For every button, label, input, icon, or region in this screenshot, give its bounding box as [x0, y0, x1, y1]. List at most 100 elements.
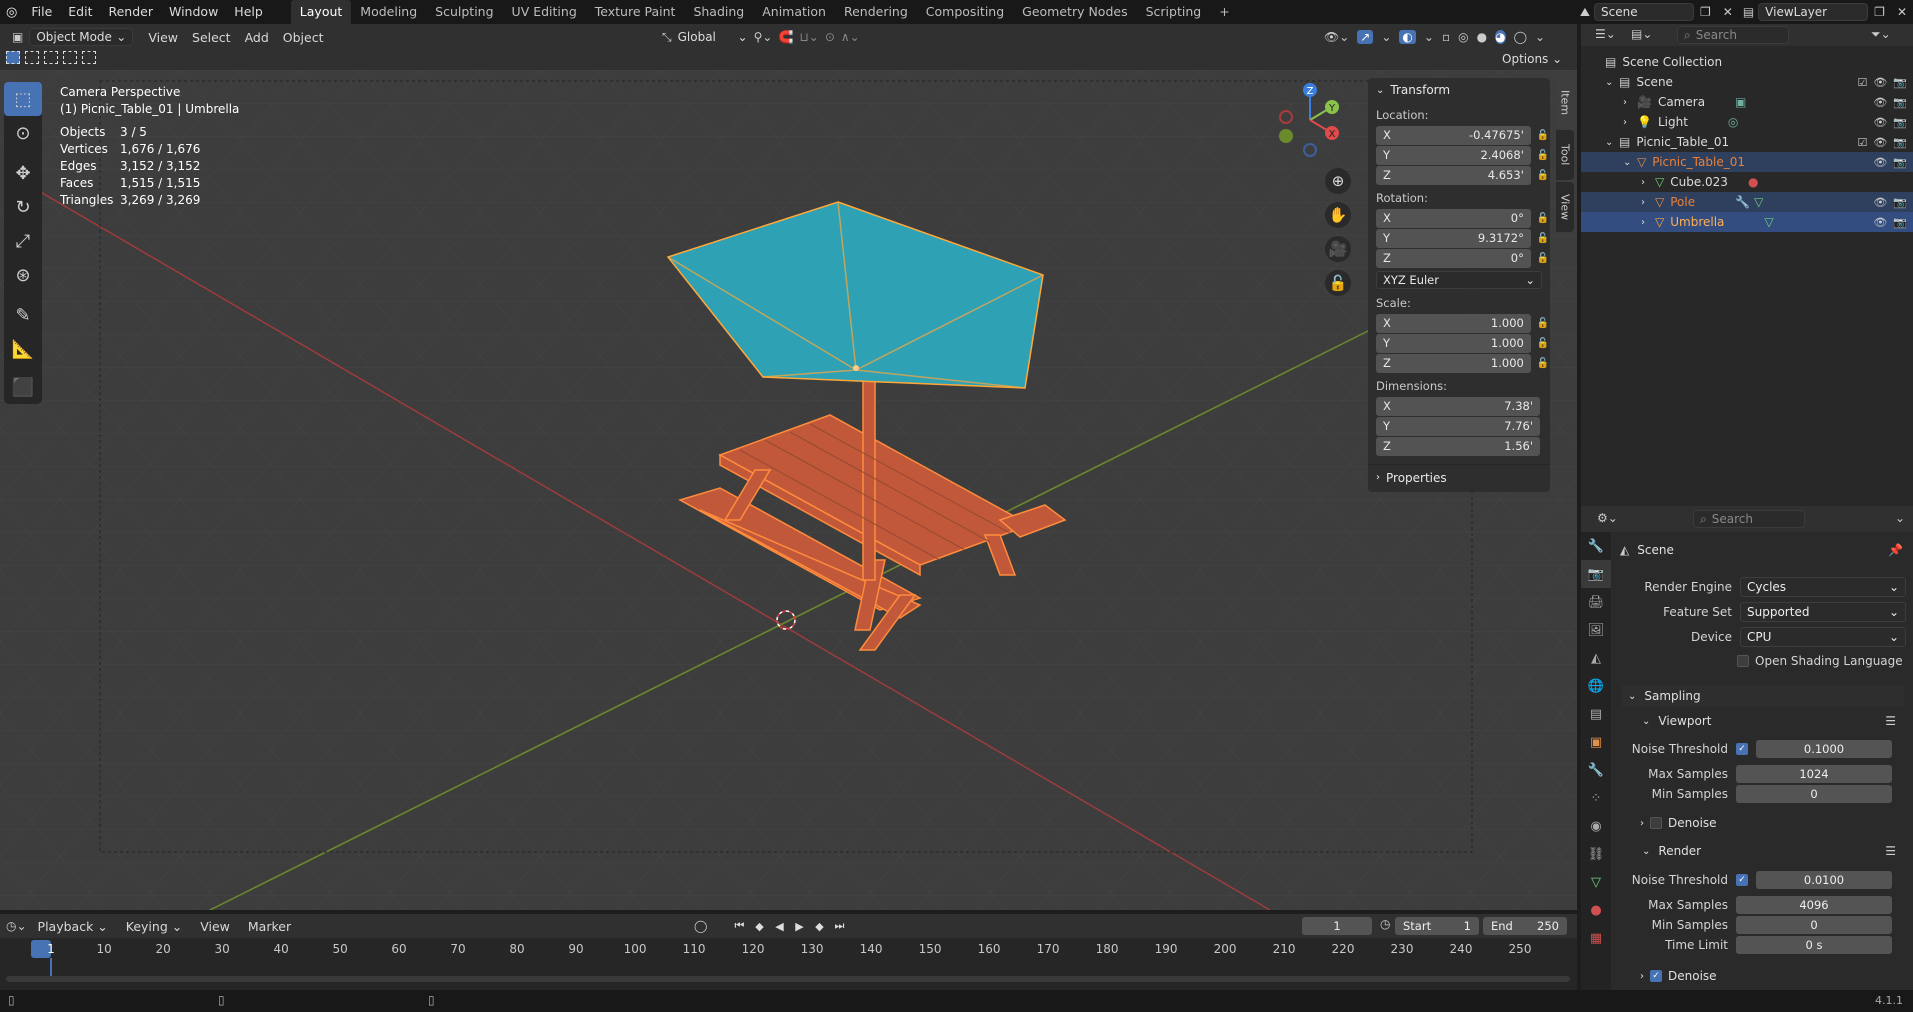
camera-render-icon[interactable]: 📷	[1893, 96, 1907, 109]
lock-icon[interactable]: 🔓	[1537, 338, 1550, 349]
eye-icon[interactable]: 👁	[1873, 136, 1887, 149]
rendered-shading-icon[interactable]: ◯	[1514, 30, 1527, 44]
camera-render-icon[interactable]: 📷	[1893, 116, 1907, 129]
tab-sculpting[interactable]: Sculpting	[426, 0, 502, 24]
rotation-mode-select[interactable]: XYZ Euler ⌄	[1376, 271, 1542, 289]
dimensions-x-field[interactable]: X 7.38'	[1376, 396, 1540, 416]
material-shading-icon[interactable]: ◕	[1495, 30, 1506, 44]
delete-scene-icon[interactable]: ✕	[1717, 5, 1739, 19]
camera-view-icon[interactable]: 🎥	[1325, 236, 1351, 262]
eye-icon[interactable]: 👁	[1873, 76, 1887, 89]
lock-camera-icon[interactable]: 🔓	[1325, 270, 1351, 296]
timeline-scrollbar[interactable]	[6, 976, 1570, 982]
tool-tab-icon[interactable]: 🔧	[1581, 532, 1611, 560]
vp-denoise-checkbox[interactable]	[1650, 817, 1662, 829]
transform-tool-icon[interactable]: ⊛	[4, 258, 42, 292]
move-tool-icon[interactable]: ✥	[4, 156, 42, 190]
list-icon[interactable]: ☰	[1885, 714, 1896, 728]
annotate-tool-icon[interactable]: ✎	[4, 298, 42, 332]
r-denoise-subpanel[interactable]: › ✓ Denoise	[1640, 969, 1717, 983]
rotate-tool-icon[interactable]: ↻	[4, 190, 42, 224]
xray-icon[interactable]: ▫	[1442, 30, 1450, 44]
transform-panel-header[interactable]: ⌄ Transform	[1368, 78, 1550, 102]
options-chevron-icon[interactable]: ⌄	[1895, 511, 1905, 525]
menu-file[interactable]: File	[23, 0, 60, 24]
location-x-field[interactable]: X -0.47675'	[1376, 125, 1531, 145]
r-noise-checkbox[interactable]: ✓	[1736, 874, 1748, 886]
properties-panel-header[interactable]: › Properties	[1368, 464, 1550, 490]
eye-icon[interactable]: 👁	[1873, 216, 1887, 229]
select-box-new-icon[interactable]	[6, 51, 20, 64]
r-max-field[interactable]: 4096	[1736, 896, 1892, 914]
overlay-toggle-icon[interactable]: ◐	[1399, 30, 1416, 44]
list-icon[interactable]: ☰	[1885, 844, 1896, 858]
current-frame-field[interactable]: 1	[1302, 917, 1372, 935]
outliner-item-cube[interactable]: › ▽ Cube.023 ●	[1581, 172, 1913, 192]
menu-playback[interactable]: Playback ⌄	[31, 919, 115, 934]
lock-icon[interactable]: 🔓	[1537, 170, 1550, 181]
camera-render-icon[interactable]: 📷	[1893, 136, 1907, 149]
tab-tool[interactable]: Tool	[1556, 130, 1574, 180]
scale-z-field[interactable]: Z 1.000	[1376, 353, 1531, 373]
select-box-invert-icon[interactable]	[63, 51, 77, 64]
menu-select[interactable]: Select	[185, 30, 238, 45]
outliner-item-picnic-collection[interactable]: ⌄ ▤ Picnic_Table_01 ☑ 👁 📷	[1581, 132, 1913, 152]
scene-icon[interactable]: ⛰	[1576, 5, 1594, 20]
copy-scene-icon[interactable]: ❐	[1694, 5, 1717, 19]
cursor-tool-icon[interactable]: ⊙	[4, 116, 42, 150]
device-select[interactable]: CPU ⌄	[1740, 627, 1906, 647]
dimensions-z-field[interactable]: Z 1.56'	[1376, 436, 1540, 456]
rotation-z-field[interactable]: Z 0°	[1376, 248, 1531, 268]
outliner-item-pole[interactable]: › ▽ Pole 🔧 ▽ 👁 📷	[1581, 192, 1913, 212]
feature-set-select[interactable]: Supported ⌄	[1740, 602, 1906, 622]
pan-hand-icon[interactable]: ✋	[1325, 202, 1351, 228]
viewport-subpanel-header[interactable]: ⌄ Viewport ☰	[1636, 710, 1904, 732]
scene-selector[interactable]: Scene	[1594, 3, 1694, 21]
tab-geometry-nodes[interactable]: Geometry Nodes	[1013, 0, 1136, 24]
physics-tab-icon[interactable]: ◉	[1581, 812, 1611, 840]
r-min-field[interactable]: 0	[1736, 916, 1892, 934]
delete-view-layer-icon[interactable]: ✕	[1891, 5, 1913, 19]
end-frame-field[interactable]: End 250	[1483, 917, 1567, 935]
r-noise-field[interactable]: 0.0100	[1756, 871, 1892, 889]
proportional-edit-icon[interactable]: ⊙	[825, 30, 835, 44]
gizmo-options-icon[interactable]: ⌄	[1381, 30, 1391, 44]
copy-view-layer-icon[interactable]: ❐	[1868, 5, 1891, 19]
lock-icon[interactable]: 🔓	[1537, 253, 1550, 264]
jump-keyframe-prev-icon[interactable]: ◆	[751, 918, 767, 934]
eye-icon[interactable]: 👁	[1873, 156, 1887, 169]
overlay-options-icon[interactable]: ⌄	[1424, 30, 1434, 44]
lock-icon[interactable]: 🔓	[1537, 150, 1550, 161]
camera-render-icon[interactable]: 📷	[1893, 156, 1907, 169]
snap-icon[interactable]: 🧲	[778, 30, 793, 44]
editor-type-icon[interactable]: ⚙⌄	[1597, 511, 1618, 525]
sampling-panel-header[interactable]: ⌄ Sampling	[1622, 685, 1904, 707]
visibility-icon[interactable]: 👁⌄	[1324, 30, 1349, 44]
select-tool-icon[interactable]: ⬚	[4, 82, 42, 116]
tab-layout[interactable]: Layout	[290, 0, 352, 24]
scene-tab-icon[interactable]: ◭	[1581, 644, 1611, 672]
play-icon[interactable]: ▶	[791, 918, 807, 934]
outliner-search-input[interactable]: ⌕ Search	[1677, 26, 1789, 44]
eye-icon[interactable]: 👁	[1873, 116, 1887, 129]
auto-key-icon[interactable]: ◯	[694, 919, 707, 933]
r-denoise-checkbox[interactable]: ✓	[1650, 970, 1662, 982]
dimensions-y-field[interactable]: Y 7.76'	[1376, 416, 1540, 436]
menu-timeline-view[interactable]: View	[193, 919, 237, 934]
select-box-intersect-icon[interactable]	[82, 51, 96, 64]
menu-window[interactable]: Window	[161, 0, 226, 24]
eye-icon[interactable]: 👁	[1873, 96, 1887, 109]
snap-target-icon[interactable]: ⊔⌄	[799, 30, 818, 44]
shading-options-icon[interactable]: ⌄	[1535, 30, 1545, 44]
r-time-field[interactable]: 0 s	[1736, 936, 1892, 954]
jump-end-icon[interactable]: ⏭	[831, 918, 847, 934]
add-cube-tool-icon[interactable]: ⬛	[4, 370, 42, 404]
select-box-subtract-icon[interactable]	[44, 51, 58, 64]
tab-modeling[interactable]: Modeling	[351, 0, 426, 24]
lock-icon[interactable]: 🔓	[1537, 233, 1550, 244]
tab-scripting[interactable]: Scripting	[1137, 0, 1211, 24]
measure-tool-icon[interactable]: 📐	[4, 332, 42, 366]
zoom-icon[interactable]: ⊕	[1325, 168, 1351, 194]
tab-view[interactable]: View	[1556, 182, 1574, 232]
scale-x-field[interactable]: X 1.000	[1376, 313, 1531, 333]
